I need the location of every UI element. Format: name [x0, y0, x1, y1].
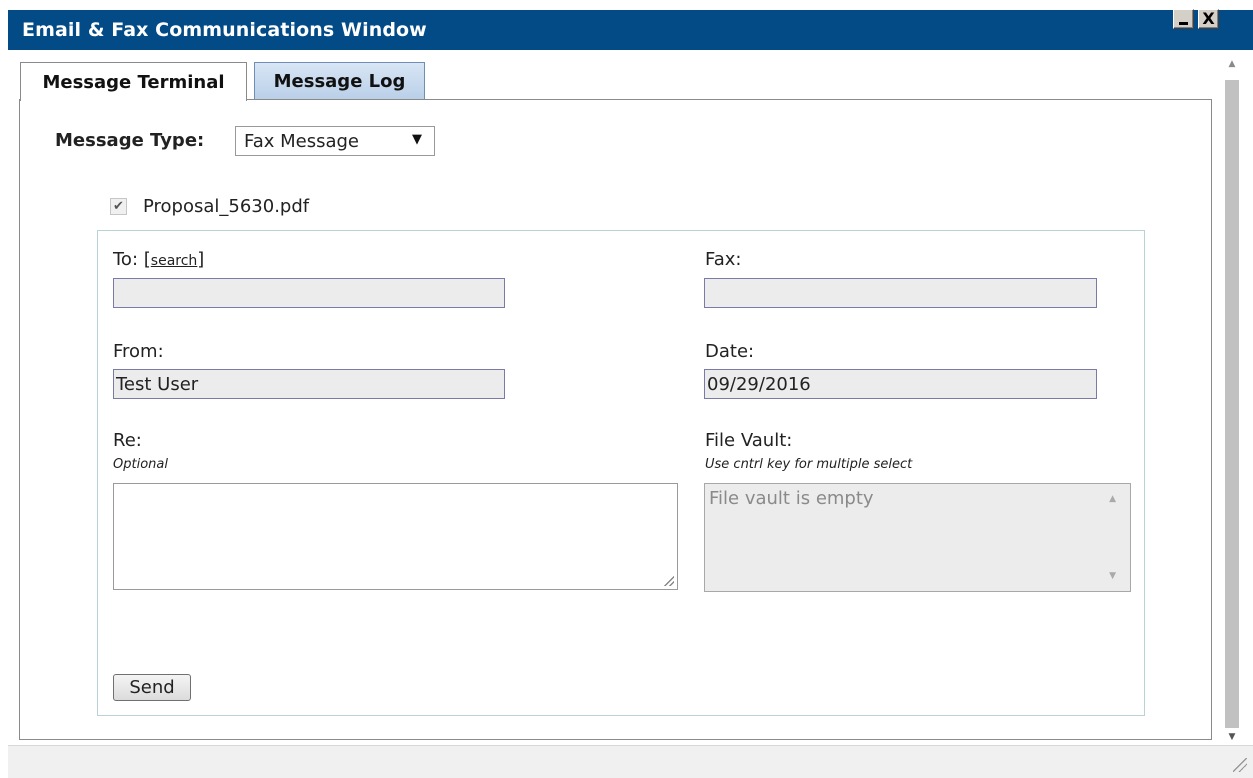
from-input[interactable]: Test User: [113, 369, 505, 399]
tab-message-log[interactable]: Message Log: [254, 62, 425, 100]
to-label-group: To: [search]: [113, 249, 204, 270]
to-input[interactable]: [113, 278, 505, 308]
date-label: Date:: [705, 341, 755, 362]
window-titlebar: Email & Fax Communications Window: [8, 10, 1253, 50]
re-label: Re:: [113, 430, 142, 451]
file-vault-empty-text: File vault is empty: [709, 488, 874, 509]
date-input[interactable]: 09/29/2016: [704, 369, 1097, 399]
attachment-filename: Proposal_5630.pdf: [143, 196, 310, 217]
re-hint: Optional: [113, 457, 168, 472]
re-textarea[interactable]: [113, 483, 678, 590]
window-title: Email & Fax Communications Window: [22, 19, 427, 41]
dropdown-arrow-icon: ▼: [412, 132, 422, 147]
fax-label: Fax:: [705, 249, 742, 270]
file-vault-hint: Use cntrl key for multiple select: [705, 457, 913, 472]
textarea-resize-grip-icon[interactable]: [664, 576, 674, 586]
fax-input[interactable]: [704, 278, 1097, 308]
search-bracket-open: [: [143, 249, 151, 270]
search-bracket-close: ]: [197, 249, 205, 270]
tab-message-terminal[interactable]: Message Terminal: [20, 62, 247, 101]
attachment-row: ✔ Proposal_5630.pdf: [110, 196, 309, 217]
file-vault-label: File Vault:: [705, 430, 793, 451]
file-vault-listbox[interactable]: File vault is empty ▲ ▼: [704, 483, 1131, 592]
minimize-button[interactable]: [1173, 9, 1194, 29]
from-label: From:: [113, 341, 164, 362]
checkmark-icon: ✔: [113, 199, 124, 214]
scroll-thumb[interactable]: [1225, 80, 1239, 728]
scroll-up-icon[interactable]: ▲: [1224, 56, 1240, 72]
listbox-scroll-down-icon[interactable]: ▼: [1109, 571, 1116, 581]
window-status-strip: [8, 745, 1253, 778]
to-label: To:: [113, 249, 139, 270]
close-icon: X: [1202, 9, 1215, 28]
scroll-down-icon[interactable]: ▼: [1224, 729, 1240, 745]
close-button[interactable]: X: [1198, 9, 1219, 29]
resize-grip-icon[interactable]: [1233, 758, 1247, 772]
listbox-scroll-up-icon[interactable]: ▲: [1109, 494, 1116, 504]
message-type-value: Fax Message: [244, 130, 359, 152]
search-link[interactable]: search: [151, 253, 198, 269]
message-type-select[interactable]: Fax Message ▼: [235, 126, 435, 156]
send-button[interactable]: Send: [113, 674, 191, 701]
message-type-label: Message Type:: [55, 130, 205, 151]
attachment-checkbox[interactable]: ✔: [110, 198, 127, 215]
minimize-icon: [1179, 21, 1188, 25]
window-scrollbar[interactable]: ▲ ▼: [1224, 56, 1240, 745]
